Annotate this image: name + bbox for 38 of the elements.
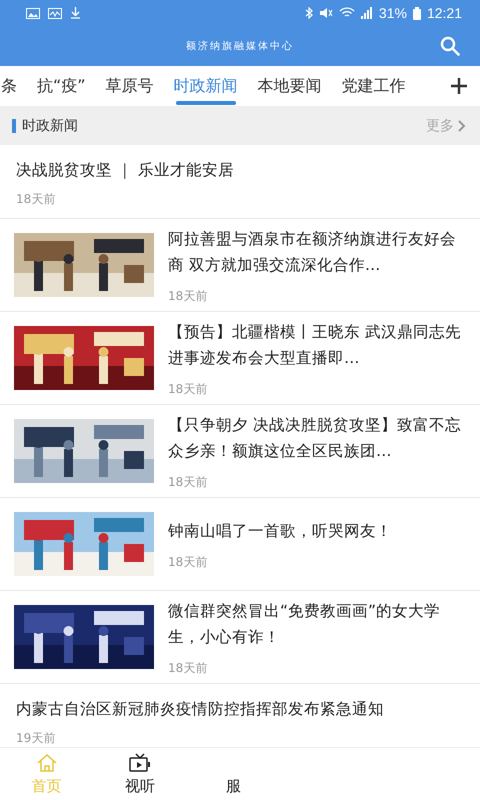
article-title[interactable]: 决战脱贫攻坚 ｜ 乐业才能安居 <box>16 157 464 183</box>
article-time: 18天前 <box>168 660 208 676</box>
nav-tab[interactable]: 视听 <box>93 748 187 800</box>
article-title[interactable]: 内蒙古自治区新冠肺炎疫情防控指挥部发布紧急通知 <box>16 696 464 722</box>
add-icon[interactable] <box>450 77 468 95</box>
channel-tab[interactable]: 草原号 <box>96 66 164 106</box>
nav-tab[interactable]: 服 <box>186 748 280 800</box>
article-time: 18天前 <box>16 191 56 208</box>
article-title[interactable]: 微信群突然冒出“免费教画画”的女大学生，小心有诈！ <box>168 598 466 650</box>
article-title[interactable]: 【只争朝夕 决战决胜脱贫攻坚】致富不忘众乡亲！额旗这位全区民族团… <box>168 412 466 464</box>
image-icon <box>26 8 40 18</box>
search-icon[interactable] <box>440 36 460 56</box>
article-time: 19天前 <box>16 730 56 747</box>
section-title: 时政新闻 <box>22 117 79 135</box>
clock: 12:21 <box>426 5 462 21</box>
article-title[interactable]: 阿拉善盟与酒泉市在额济纳旗进行友好会商 双方就加强交流深化合作… <box>168 226 466 278</box>
bluetooth-icon <box>304 7 313 19</box>
article-title[interactable]: 【预告】北疆楷模丨王晓东 武汉鼎同志先进事迹发布会大型直播即… <box>168 318 466 370</box>
article-time: 18天前 <box>168 474 208 490</box>
download-icon <box>70 7 81 19</box>
signal-icon <box>360 7 373 19</box>
article-title[interactable]: 钟南山唱了一首歌，听哭网友！ <box>168 518 466 544</box>
article-time: 18天前 <box>168 380 208 398</box>
tv-icon <box>128 752 151 772</box>
activity-icon <box>48 8 62 18</box>
battery-percent: 31% <box>378 5 407 21</box>
app-title: 额济纳旗融媒体中心 <box>186 40 294 53</box>
channel-tab[interactable]: 抗“疫” <box>27 66 96 106</box>
wifi-icon <box>338 7 355 19</box>
channel-tab[interactable]: 条 <box>0 66 27 106</box>
channel-tab[interactable]: 本地要闻 <box>248 66 332 106</box>
channel-tab[interactable]: 时政新闻 <box>164 66 248 106</box>
home-icon <box>36 752 58 772</box>
channel-tab[interactable]: 党建工作 <box>332 66 416 106</box>
article-time: 18天前 <box>168 288 208 304</box>
battery-icon <box>412 6 421 20</box>
article-time: 18天前 <box>168 554 208 570</box>
mute-icon <box>318 7 333 19</box>
